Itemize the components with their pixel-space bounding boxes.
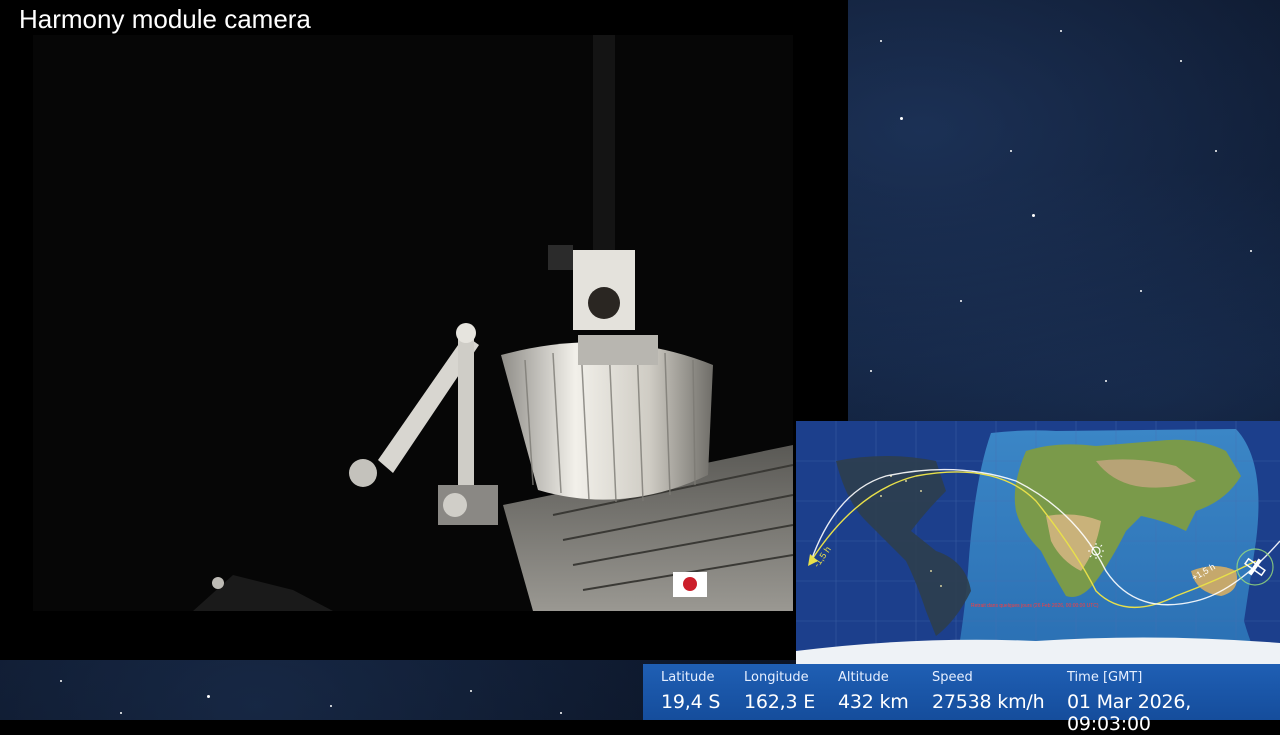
star xyxy=(880,40,882,42)
star xyxy=(60,680,62,682)
speed-value: 27538 km/h xyxy=(932,691,1045,713)
station-exterior-view xyxy=(33,35,793,611)
camera-title: Harmony module camera xyxy=(19,4,311,34)
ground-track-map[interactable]: -1,5 h +1,5 h Retrait dans quelques jour… xyxy=(796,421,1280,664)
altitude-label: Altitude xyxy=(838,670,889,685)
star xyxy=(330,705,332,707)
star xyxy=(470,690,472,692)
latitude-label: Latitude xyxy=(661,670,715,685)
world-map: -1,5 h +1,5 h Retrait dans quelques jour… xyxy=(796,421,1280,664)
telemetry-latitude: Latitude 19,4 S xyxy=(661,670,720,713)
telemetry-altitude: Altitude 432 km xyxy=(838,670,909,713)
camera-feed[interactable] xyxy=(33,35,793,611)
star xyxy=(1105,380,1107,382)
star xyxy=(870,370,872,372)
star xyxy=(1180,60,1182,62)
time-value: 01 Mar 2026, 09:03:00 xyxy=(1067,691,1192,735)
telemetry-longitude: Longitude 162,3 E xyxy=(744,670,815,713)
longitude-value: 162,3 E xyxy=(744,691,816,713)
star xyxy=(1140,290,1142,292)
star xyxy=(900,117,903,120)
telemetry-speed: Speed 27538 km/h xyxy=(932,670,1045,713)
star xyxy=(1215,150,1217,152)
star xyxy=(1032,214,1035,217)
telemetry-time: Time [GMT] 01 Mar 2026, 09:03:00 xyxy=(1067,670,1280,735)
star xyxy=(1060,30,1062,32)
map-notice: Retrait dans quelques jours (26 Feb 2026… xyxy=(971,603,1099,609)
speed-label: Speed xyxy=(932,670,973,685)
telemetry-bar: Latitude 19,4 S Longitude 162,3 E Altitu… xyxy=(643,664,1280,735)
time-label: Time [GMT] xyxy=(1067,670,1143,685)
camera-video-panel: Harmony module camera xyxy=(0,0,848,660)
star xyxy=(560,712,562,714)
latitude-value: 19,4 S xyxy=(661,691,721,713)
star xyxy=(120,712,122,714)
star xyxy=(1250,250,1252,252)
star xyxy=(1010,150,1012,152)
star xyxy=(207,695,210,698)
altitude-value: 432 km xyxy=(838,691,909,713)
longitude-label: Longitude xyxy=(744,670,809,685)
star xyxy=(960,300,962,302)
